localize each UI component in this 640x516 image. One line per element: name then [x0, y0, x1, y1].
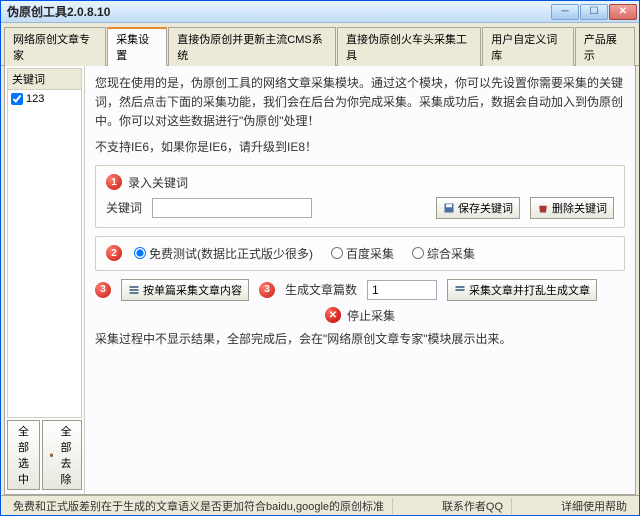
- radio-combined[interactable]: 综合采集: [412, 245, 475, 262]
- intro-text: 您现在使用的是，伪原创工具的网络文章采集模块。通过这个模块，你可以先设置你需要采…: [95, 74, 625, 132]
- save-icon: [443, 202, 455, 214]
- status-contact[interactable]: 联系作者QQ: [434, 498, 512, 514]
- content-area: 关键词 123 全部选中 全部去除 您现在使用的是，伪原创工具的网络文章采集模块…: [4, 66, 636, 495]
- app-window: 伪原创工具2.0.8.10 ─ ☐ ✕ 网络原创文章专家采集设置直接伪原创并更新…: [0, 0, 640, 516]
- section-actions: 3 按单篇采集文章内容 3 生成文章篇数 采集文章并打乱生成文章: [95, 279, 625, 301]
- tab-1[interactable]: 采集设置: [107, 27, 167, 66]
- remove-all-button[interactable]: 全部去除: [42, 420, 82, 490]
- source-radio-group: 免费测试(数据比正式版少很多) 百度采集 综合采集: [134, 245, 475, 262]
- article-count-input[interactable]: [367, 280, 437, 300]
- intro-warning: 不支持IE6，如果你是IE6，请升级到IE8！: [95, 138, 625, 155]
- section-keyword-input: 1 录入关键词 关键词 保存关键词 删除关键词: [95, 165, 625, 228]
- status-help[interactable]: 详细使用帮助: [553, 498, 635, 514]
- delete-keyword-button[interactable]: 删除关键词: [530, 197, 614, 219]
- step-badge-3: 3: [95, 282, 111, 298]
- tab-4[interactable]: 用户自定义词库: [482, 27, 574, 66]
- keyword-item[interactable]: 123: [11, 93, 78, 105]
- collect-shuffle-button[interactable]: 采集文章并打乱生成文章: [447, 279, 597, 301]
- section-title: 录入关键词: [128, 174, 188, 191]
- trash-icon: [49, 449, 54, 461]
- status-bar: 免费和正式版差别在于生成的文章语义是否更加符合baidu,google的原创标准…: [1, 495, 639, 515]
- list-icon: [128, 284, 140, 296]
- step-badge-1: 1: [106, 174, 122, 190]
- count-label: 生成文章篇数: [285, 281, 357, 298]
- tab-5[interactable]: 产品展示: [575, 27, 635, 66]
- result-note: 采集过程中不显示结果，全部完成后，会在"网络原创文章专家"模块展示出来。: [95, 330, 625, 347]
- shuffle-icon: [454, 284, 466, 296]
- keyword-label: 关键词: [106, 199, 142, 216]
- radio-free[interactable]: 免费测试(数据比正式版少很多): [134, 245, 313, 262]
- main-panel: 您现在使用的是，伪原创工具的网络文章采集模块。通过这个模块，你可以先设置你需要采…: [85, 66, 635, 494]
- keyword-header: 关键词: [7, 68, 82, 90]
- keyword-input[interactable]: [152, 198, 312, 218]
- collect-single-button[interactable]: 按单篇采集文章内容: [121, 279, 249, 301]
- keyword-label: 123: [26, 93, 44, 105]
- step-badge-4: 3: [259, 282, 275, 298]
- select-all-button[interactable]: 全部选中: [7, 420, 40, 490]
- titlebar: 伪原创工具2.0.8.10 ─ ☐ ✕: [1, 1, 639, 23]
- maximize-button[interactable]: ☐: [580, 4, 608, 20]
- save-keyword-button[interactable]: 保存关键词: [436, 197, 520, 219]
- minimize-button[interactable]: ─: [551, 4, 579, 20]
- tab-2[interactable]: 直接伪原创并更新主流CMS系统: [168, 27, 336, 66]
- tab-3[interactable]: 直接伪原创火车头采集工具: [337, 27, 481, 66]
- close-button[interactable]: ✕: [609, 4, 637, 20]
- keyword-panel: 关键词 123 全部选中 全部去除: [5, 66, 85, 494]
- keyword-checkbox[interactable]: [11, 93, 23, 105]
- stop-label[interactable]: 停止采集: [347, 307, 395, 324]
- section-source: 2 免费测试(数据比正式版少很多) 百度采集 综合采集: [95, 236, 625, 271]
- tab-bar: 网络原创文章专家采集设置直接伪原创并更新主流CMS系统直接伪原创火车头采集工具用…: [1, 23, 639, 66]
- stop-row: ✕ 停止采集: [95, 307, 625, 324]
- stop-icon: ✕: [325, 307, 341, 323]
- window-title: 伪原创工具2.0.8.10: [7, 3, 551, 20]
- step-badge-2: 2: [106, 245, 122, 261]
- delete-icon: [537, 202, 549, 214]
- tab-0[interactable]: 网络原创文章专家: [4, 27, 106, 66]
- keyword-list: 123: [7, 90, 82, 418]
- window-controls: ─ ☐ ✕: [551, 4, 637, 20]
- radio-baidu[interactable]: 百度采集: [331, 245, 394, 262]
- status-left: 免费和正式版差别在于生成的文章语义是否更加符合baidu,google的原创标准: [5, 498, 393, 514]
